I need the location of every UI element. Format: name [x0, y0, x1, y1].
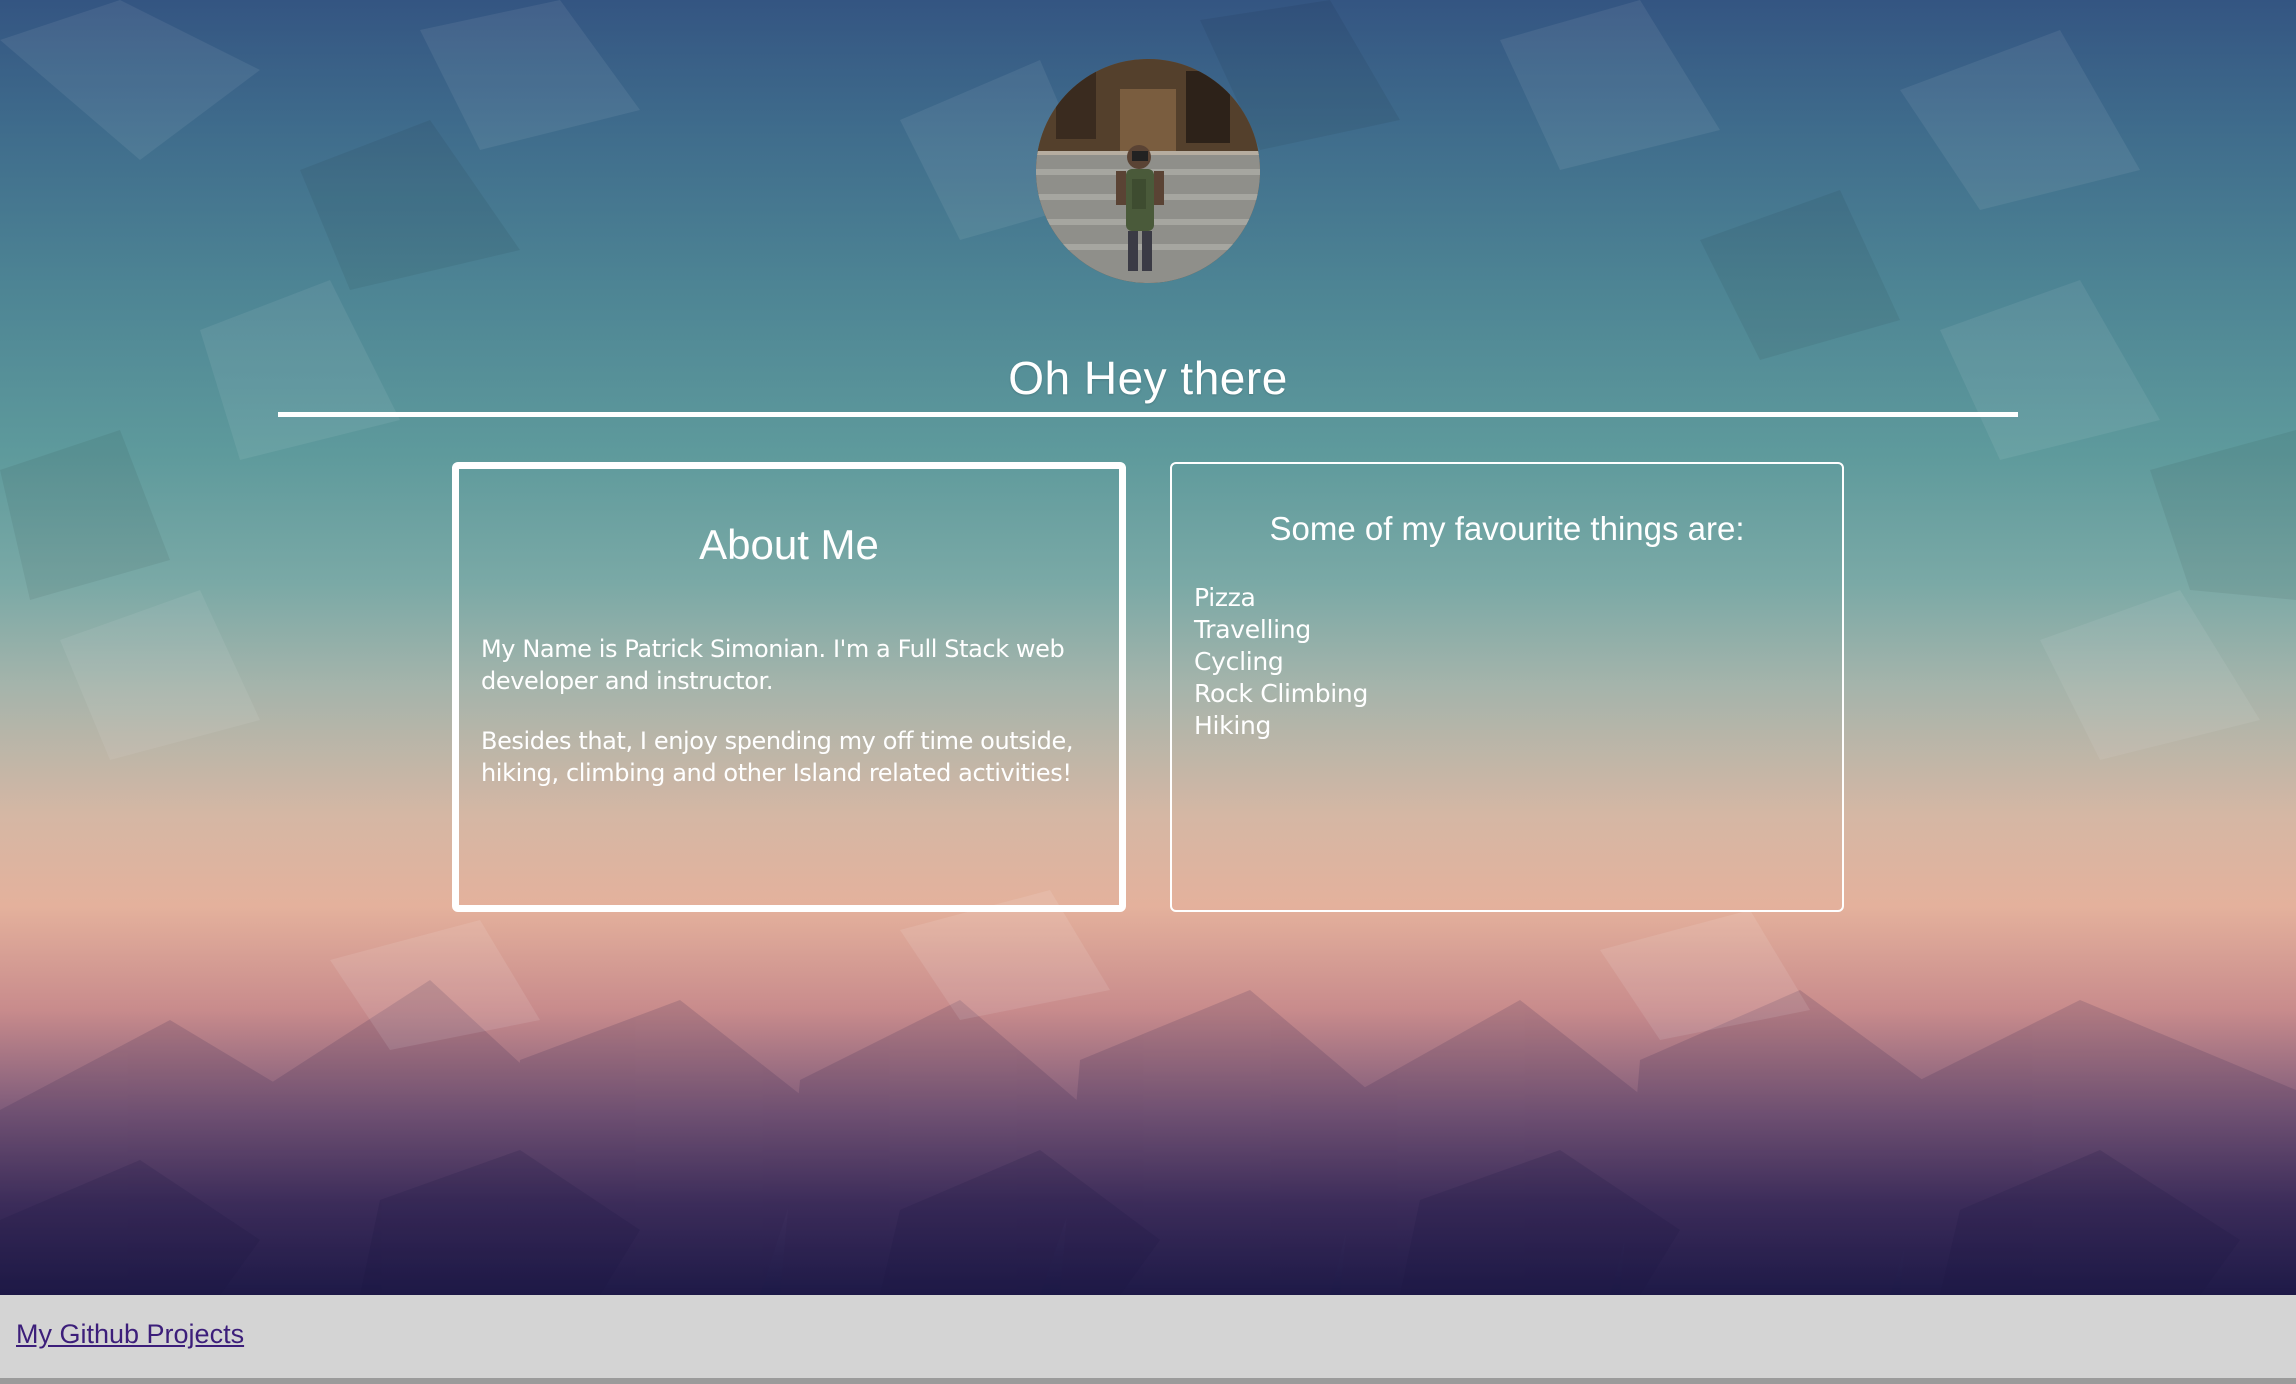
profile-photo [1036, 59, 1260, 283]
footer: My Github Projects [0, 1295, 2296, 1384]
list-item: Cycling [1194, 647, 1284, 676]
favourites-heading: Some of my favourite things are: [1269, 510, 1745, 547]
page-title: Oh Hey there [1008, 351, 1288, 404]
list-item: Travelling [1194, 615, 1311, 644]
title-divider [278, 412, 2018, 417]
about-me-card: About Me My Name is Patrick Simonian. I'… [452, 462, 1126, 912]
github-projects-link[interactable]: My Github Projects [16, 1319, 244, 1350]
list-item: Rock Climbing [1194, 679, 1369, 708]
list-item: Pizza [1194, 583, 1256, 612]
footer-strip [0, 1378, 2296, 1384]
favourites-card: Some of my favourite things are: Pizza T… [1170, 462, 1844, 912]
about-me-heading: About Me [699, 521, 879, 568]
favourites-list: Pizza Travelling Cycling Rock Climbing H… [1194, 582, 1368, 742]
about-paragraph: Besides that, I enjoy spending my off ti… [481, 727, 1074, 787]
list-item: Hiking [1194, 711, 1272, 740]
about-paragraph: My Name is Patrick Simonian. I'm a Full … [481, 635, 1065, 695]
